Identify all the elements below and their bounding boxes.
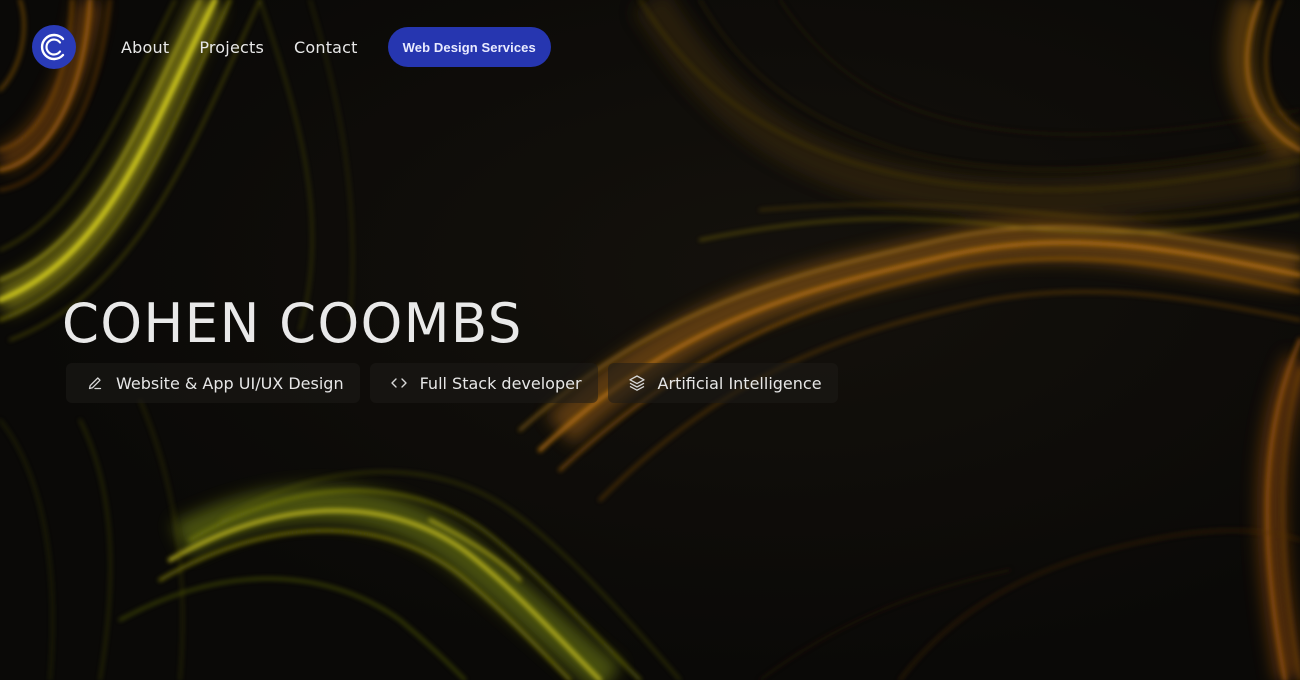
hero-title: COHEN COOMBS	[62, 292, 523, 355]
top-nav: About Projects Contact Web Design Servic…	[32, 25, 551, 69]
tag-label: Full Stack developer	[419, 373, 582, 393]
tag-label: Website & App UI/UX Design	[116, 373, 344, 393]
logo-button[interactable]	[32, 25, 76, 69]
nav-link-contact[interactable]: Contact	[294, 38, 358, 57]
code-icon	[390, 374, 408, 392]
tag-artificial-intelligence[interactable]: Artificial Intelligence	[607, 363, 838, 403]
layers-icon	[628, 374, 646, 392]
tag-ui-ux-design[interactable]: Website & App UI/UX Design	[66, 363, 360, 403]
nav-link-about[interactable]: About	[121, 38, 169, 57]
skill-tags: Website & App UI/UX Design Full Stack de…	[66, 363, 848, 403]
pencil-icon	[86, 374, 104, 392]
web-design-services-button[interactable]: Web Design Services	[387, 27, 551, 67]
logo-icon	[40, 33, 65, 61]
hero-section: About Projects Contact Web Design Servic…	[0, 0, 1300, 680]
tag-label: Artificial Intelligence	[657, 373, 822, 393]
tag-full-stack-developer[interactable]: Full Stack developer	[369, 363, 598, 403]
nav-link-projects[interactable]: Projects	[199, 38, 264, 57]
